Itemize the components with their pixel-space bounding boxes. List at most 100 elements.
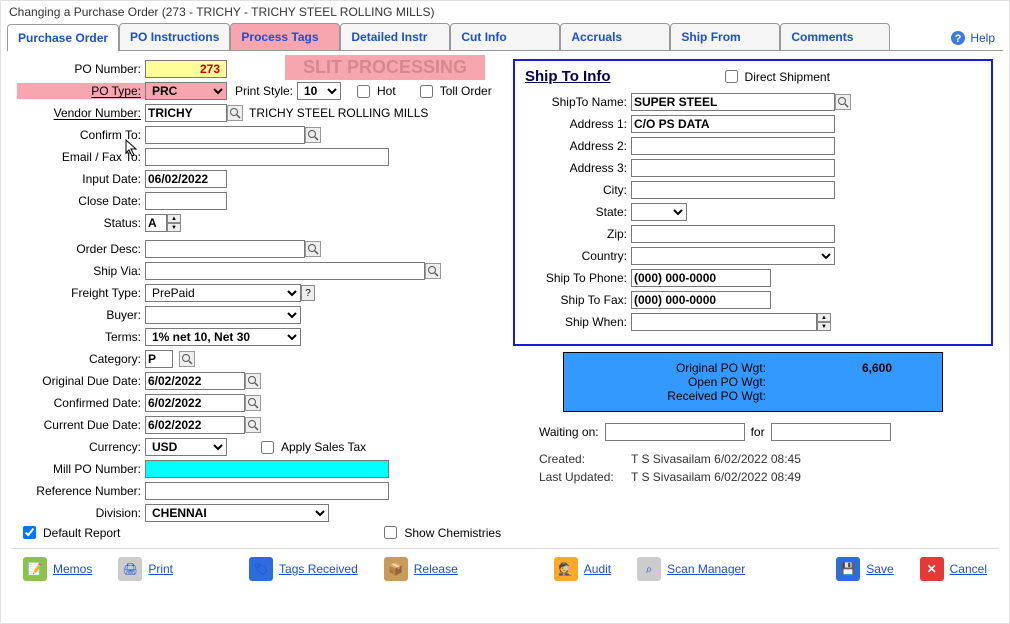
ship-to-panel: Ship To Info Direct Shipment ShipTo Name…	[513, 59, 993, 346]
city-field[interactable]	[631, 181, 835, 199]
open-wgt-value	[772, 375, 892, 389]
memos-button[interactable]: 📝Memos	[15, 553, 100, 585]
phone-field[interactable]	[631, 269, 771, 287]
po-number-field[interactable]	[145, 60, 227, 78]
toll-order-checkbox[interactable]: Toll Order	[416, 82, 492, 101]
apply-tax-checkbox[interactable]: Apply Sales Tax	[257, 438, 366, 457]
ship-via-field[interactable]	[145, 262, 425, 280]
ref-num-field[interactable]	[145, 482, 389, 500]
tab-accruals[interactable]: Accruals	[560, 23, 670, 50]
orig-due-field[interactable]	[145, 372, 245, 390]
terms-label: Terms:	[17, 330, 145, 344]
footer: Default Report Show Chemistries 📝Memos 🖨…	[1, 517, 1009, 599]
audit-button[interactable]: 🕵Audit	[546, 553, 619, 585]
scanner-icon: ⌕	[637, 557, 661, 581]
currency-select[interactable]: USD	[145, 438, 227, 456]
default-report-checkbox[interactable]: Default Report	[19, 523, 120, 542]
orig-wgt-label: Original PO Wgt:	[572, 361, 772, 375]
shipto-name-lookup-icon[interactable]	[835, 94, 851, 110]
zip-label: Zip:	[525, 227, 631, 241]
category-label: Category:	[17, 352, 145, 366]
po-type-label: PO Type:	[17, 83, 145, 99]
order-desc-label: Order Desc:	[17, 242, 145, 256]
recv-wgt-label: Received PO Wgt:	[572, 389, 772, 403]
ship-when-label: Ship When:	[525, 315, 631, 329]
tab-comments[interactable]: Comments	[780, 23, 890, 50]
category-lookup-icon[interactable]	[179, 351, 195, 367]
country-select[interactable]	[631, 247, 835, 265]
tab-process-tags[interactable]: Process Tags	[230, 23, 340, 50]
ref-num-label: Reference Number:	[17, 484, 145, 498]
status-spin-down[interactable]: ▼	[167, 223, 181, 232]
freight-type-label: Freight Type:	[17, 286, 145, 300]
direct-shipment-checkbox[interactable]: Direct Shipment	[721, 67, 830, 86]
confirm-to-lookup-icon[interactable]	[305, 127, 321, 143]
print-button[interactable]: 🖨Print	[110, 553, 181, 585]
status-field[interactable]	[145, 214, 167, 232]
category-field[interactable]	[145, 350, 173, 368]
hot-checkbox[interactable]: Hot	[353, 82, 396, 101]
mill-po-field[interactable]	[145, 460, 389, 478]
created-value: T S Sivasailam 6/02/2022 08:45	[631, 452, 801, 466]
ship-via-lookup-icon[interactable]	[425, 263, 441, 279]
po-type-select[interactable]: PRC	[145, 82, 227, 100]
ship-via-label: Ship Via:	[17, 264, 145, 278]
watermark-slit-processing: SLIT PROCESSING	[285, 55, 485, 80]
fax-field[interactable]	[631, 291, 771, 309]
waiting-on-field[interactable]	[605, 423, 745, 441]
input-date-field[interactable]	[145, 170, 227, 188]
waiting-for-field[interactable]	[771, 423, 891, 441]
conf-date-label: Confirmed Date:	[17, 396, 145, 410]
ship-when-field[interactable]	[631, 313, 817, 331]
release-button[interactable]: 📦Release	[376, 553, 466, 585]
ship-to-title: Ship To Info	[525, 68, 611, 85]
terms-select[interactable]: 1% net 10, Net 30	[145, 328, 301, 346]
curr-due-field[interactable]	[145, 416, 245, 434]
state-select[interactable]	[631, 203, 687, 221]
freight-help-button[interactable]: ?	[301, 285, 315, 301]
conf-date-lookup-icon[interactable]	[245, 395, 261, 411]
show-chem-checkbox[interactable]: Show Chemistries	[380, 523, 501, 542]
updated-value: T S Sivasailam 6/02/2022 08:49	[631, 470, 801, 484]
close-date-field[interactable]	[145, 192, 227, 210]
close-date-label: Close Date:	[17, 194, 145, 208]
shipto-name-field[interactable]	[631, 93, 835, 111]
buyer-select[interactable]	[145, 306, 301, 324]
vendor-number-field[interactable]	[145, 104, 227, 122]
tab-cut-info[interactable]: Cut Info	[450, 23, 560, 50]
cancel-button[interactable]: ✕Cancel	[912, 553, 995, 585]
orig-due-lookup-icon[interactable]	[245, 373, 261, 389]
save-button[interactable]: 💾Save	[828, 553, 901, 585]
orig-wgt-value: 6,600	[772, 361, 892, 375]
tags-received-button[interactable]: 🏷Tags Received	[241, 553, 366, 585]
printer-icon: 🖨	[118, 557, 142, 581]
vendor-lookup-icon[interactable]	[227, 105, 243, 121]
zip-field[interactable]	[631, 225, 835, 243]
curr-due-lookup-icon[interactable]	[245, 417, 261, 433]
tab-row: Purchase Order PO Instructions Process T…	[7, 23, 1003, 51]
scan-manager-button[interactable]: ⌕Scan Manager	[629, 553, 753, 585]
tab-po-instructions[interactable]: PO Instructions	[119, 23, 230, 50]
tab-ship-from[interactable]: Ship From	[670, 23, 780, 50]
po-number-label: PO Number:	[17, 62, 145, 76]
ship-when-spin-up[interactable]: ▲	[817, 313, 831, 322]
window: Changing a Purchase Order (273 - TRICHY …	[0, 0, 1010, 624]
ship-when-spin-down[interactable]: ▼	[817, 322, 831, 331]
order-desc-field[interactable]	[145, 240, 305, 258]
status-spin-up[interactable]: ▲	[167, 214, 181, 223]
order-desc-lookup-icon[interactable]	[305, 241, 321, 257]
help-link[interactable]: ? Help	[942, 26, 1003, 50]
freight-type-select[interactable]: PrePaid	[145, 284, 301, 302]
print-style-select[interactable]: 10	[297, 82, 341, 100]
email-fax-label: Email / Fax To:	[17, 150, 145, 164]
addr3-field[interactable]	[631, 159, 835, 177]
created-label: Created:	[539, 452, 631, 466]
addr2-field[interactable]	[631, 137, 835, 155]
confirm-to-field[interactable]	[145, 126, 305, 144]
conf-date-field[interactable]	[145, 394, 245, 412]
addr1-field[interactable]	[631, 115, 835, 133]
email-fax-field[interactable]	[145, 148, 389, 166]
waiting-for-label: for	[751, 425, 765, 439]
tab-detailed-instr[interactable]: Detailed Instr	[340, 23, 450, 50]
tab-purchase-order[interactable]: Purchase Order	[7, 24, 119, 51]
